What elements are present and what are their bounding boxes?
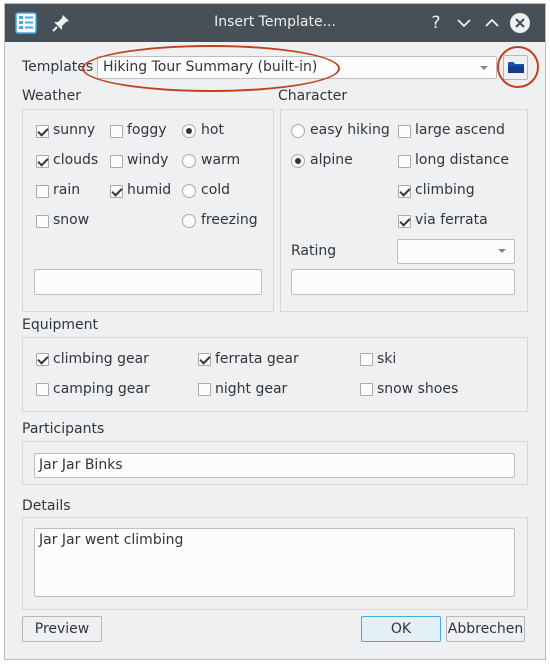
- insert-template-dialog: Insert Template... ? Templates Hiking To…: [4, 3, 546, 660]
- long-distance-checkbox[interactable]: [398, 155, 411, 168]
- humid-checkbox[interactable]: [110, 185, 123, 198]
- snow-shoes-checkbox[interactable]: [360, 383, 373, 396]
- warm-label[interactable]: warm: [201, 152, 240, 168]
- long-distance-label[interactable]: long distance: [415, 152, 509, 168]
- camping-gear-label[interactable]: camping gear: [53, 381, 150, 397]
- camping-gear-checkbox[interactable]: [36, 383, 49, 396]
- equipment-group: [22, 337, 528, 412]
- clouds-label[interactable]: clouds: [53, 152, 98, 168]
- cold-label[interactable]: cold: [201, 182, 230, 198]
- help-button[interactable]: ?: [425, 12, 447, 34]
- hot-radio[interactable]: [182, 124, 196, 138]
- via-ferrata-checkbox[interactable]: [398, 215, 411, 228]
- large-ascend-checkbox[interactable]: [398, 125, 411, 138]
- templates-combo-value: Hiking Tour Summary (built-in): [103, 59, 318, 75]
- freezing-radio[interactable]: [182, 214, 196, 228]
- templates-combo[interactable]: Hiking Tour Summary (built-in): [97, 56, 497, 79]
- easy-hiking-label[interactable]: easy hiking: [310, 122, 390, 138]
- climbing-gear-checkbox[interactable]: [36, 353, 49, 366]
- preview-button[interactable]: Preview: [22, 616, 102, 642]
- ferrata-gear-label[interactable]: ferrata gear: [215, 351, 299, 367]
- humid-label[interactable]: humid: [127, 182, 171, 198]
- maximize-icon[interactable]: [481, 12, 503, 34]
- equipment-title: Equipment: [22, 317, 98, 333]
- weather-title: Weather: [22, 88, 81, 104]
- ferrata-gear-checkbox[interactable]: [198, 353, 211, 366]
- climbing-checkbox[interactable]: [398, 185, 411, 198]
- templates-label: Templates: [22, 59, 94, 75]
- alpine-label[interactable]: alpine: [310, 152, 353, 168]
- night-gear-checkbox[interactable]: [198, 383, 211, 396]
- alpine-radio[interactable]: [291, 154, 305, 168]
- details-title: Details: [22, 498, 71, 514]
- folder-icon: [508, 62, 524, 73]
- weather-text-input[interactable]: [34, 269, 262, 295]
- sunny-checkbox[interactable]: [36, 125, 49, 138]
- windy-checkbox[interactable]: [110, 155, 123, 168]
- clouds-checkbox[interactable]: [36, 155, 49, 168]
- climbing-gear-label[interactable]: climbing gear: [53, 351, 149, 367]
- open-template-file-button[interactable]: [503, 55, 528, 80]
- ok-button[interactable]: OK: [361, 616, 441, 642]
- title-bar[interactable]: Insert Template... ?: [5, 4, 545, 42]
- minimize-icon[interactable]: [453, 12, 475, 34]
- chevron-down-icon: [480, 66, 488, 70]
- cold-radio[interactable]: [182, 184, 196, 198]
- freezing-label[interactable]: freezing: [201, 212, 258, 228]
- ski-label[interactable]: ski: [377, 351, 396, 367]
- character-title: Character: [278, 88, 348, 104]
- rating-combo[interactable]: [397, 239, 515, 264]
- windy-label[interactable]: windy: [127, 152, 168, 168]
- snow-label[interactable]: snow: [53, 212, 89, 228]
- climbing-label[interactable]: climbing: [415, 182, 475, 198]
- close-icon[interactable]: [509, 12, 531, 34]
- foggy-label[interactable]: foggy: [127, 122, 167, 138]
- participants-title: Participants: [22, 421, 105, 437]
- large-ascend-label[interactable]: large ascend: [415, 122, 505, 138]
- snow-checkbox[interactable]: [36, 215, 49, 228]
- ski-checkbox[interactable]: [360, 353, 373, 366]
- chevron-down-icon: [498, 249, 506, 253]
- hot-label[interactable]: hot: [201, 122, 224, 138]
- foggy-checkbox[interactable]: [110, 125, 123, 138]
- details-textarea[interactable]: Jar Jar went climbing: [34, 528, 515, 597]
- rain-label[interactable]: rain: [53, 182, 80, 198]
- rain-checkbox[interactable]: [36, 185, 49, 198]
- character-text-input[interactable]: [291, 269, 515, 295]
- cancel-button[interactable]: Abbrechen: [446, 616, 525, 642]
- details-value: Jar Jar went climbing: [39, 532, 184, 548]
- easy-hiking-radio[interactable]: [291, 124, 305, 138]
- warm-radio[interactable]: [182, 154, 196, 168]
- night-gear-label[interactable]: night gear: [215, 381, 287, 397]
- rating-label: Rating: [291, 243, 337, 259]
- snow-shoes-label[interactable]: snow shoes: [377, 381, 458, 397]
- via-ferrata-label[interactable]: via ferrata: [415, 212, 488, 228]
- participants-input[interactable]: Jar Jar Binks: [34, 453, 515, 478]
- sunny-label[interactable]: sunny: [53, 122, 95, 138]
- participants-value: Jar Jar Binks: [39, 457, 123, 473]
